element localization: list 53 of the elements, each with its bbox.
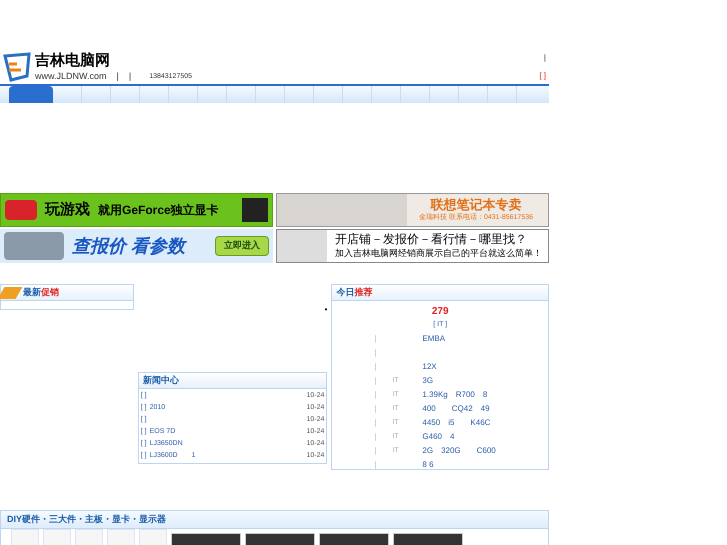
thumbnail-tab[interactable] <box>75 529 103 545</box>
separator-mark: | <box>374 360 378 372</box>
recommend-link[interactable]: 4450 i5 K46C <box>422 416 490 428</box>
ad-banner[interactable]: 玩游戏 就用GeForce独立显卡 <box>0 193 273 227</box>
recommend-link[interactable]: 2G 320G C600 <box>422 444 496 456</box>
separator-mark: | <box>116 70 119 83</box>
recommend-link[interactable]: 1.39Kg R700 8 <box>422 388 488 400</box>
hot-ribbon-icon <box>0 286 22 298</box>
thumbnail-tab[interactable] <box>43 529 71 545</box>
price-text: 279 <box>432 305 449 319</box>
separator-mark: | <box>544 52 546 64</box>
separator-mark: | <box>374 402 378 414</box>
enter-button[interactable]: 立即进入 <box>215 236 269 256</box>
link-brackets[interactable]: [ ] <box>539 70 546 82</box>
section-title: DIY硬件・三大件・主板・显卡・显示器 <box>7 512 166 526</box>
banner-headline: 玩游戏 <box>45 200 90 220</box>
banner-headline: 查报价 看参数 <box>72 234 186 258</box>
banner-text: 加入吉林电脑网经销商展示自己的平台就这么简单！ <box>335 246 542 260</box>
separator-mark: | <box>374 444 378 456</box>
separator-mark: | <box>374 346 378 358</box>
separator-mark: | <box>374 374 378 386</box>
title-word: 促销 <box>41 286 59 299</box>
recommend-link[interactable]: G460 4 <box>422 430 454 442</box>
separator-mark: | <box>374 458 378 470</box>
title-word: 今日 <box>336 286 354 299</box>
thumbnail-tab[interactable] <box>11 529 39 545</box>
section-title: 新闻中心 <box>142 374 179 387</box>
separator-mark: | <box>128 70 132 83</box>
ad-banner[interactable]: 开店铺－发报价－看行情－哪里找？ 加入吉林电脑网经销商展示自己的平台就这么简单！ <box>276 229 549 263</box>
site-url: www.JLDNW.com <box>35 70 107 83</box>
recommend-link[interactable]: EMBA <box>422 332 446 344</box>
recommend-link[interactable]: 3G <box>422 374 434 386</box>
banner-headline: 联想笔记本专卖 <box>430 196 522 213</box>
separator-mark: | <box>374 430 378 442</box>
brand-logo-icon <box>5 200 37 220</box>
pc-logo-icon <box>3 52 33 82</box>
bullet-mark: • <box>324 304 328 316</box>
banner-text: 就用GeForce独立显卡 <box>98 202 219 219</box>
brand-logo-icon <box>242 198 268 222</box>
separator-mark: | <box>374 388 378 400</box>
nav-tab[interactable] <box>9 86 53 103</box>
separator-mark: | <box>374 416 378 428</box>
title-word: 推荐 <box>354 286 372 299</box>
title-word: 最新 <box>23 286 41 299</box>
thumbnail-tab[interactable] <box>107 529 135 545</box>
separator-mark: | <box>374 332 378 344</box>
recommend-link[interactable]: 400 CQ42 49 <box>422 402 490 414</box>
recommend-link[interactable]: 12X <box>422 360 437 372</box>
thumbnail-tab[interactable] <box>139 529 167 545</box>
recommend-link[interactable]: 8 6 <box>422 458 434 470</box>
ad-banner[interactable]: 查报价 看参数 立即进入 <box>0 229 273 263</box>
site-name: 吉林电脑网 <box>35 52 111 70</box>
banner-headline: 开店铺－发报价－看行情－哪里找？ <box>335 232 528 247</box>
